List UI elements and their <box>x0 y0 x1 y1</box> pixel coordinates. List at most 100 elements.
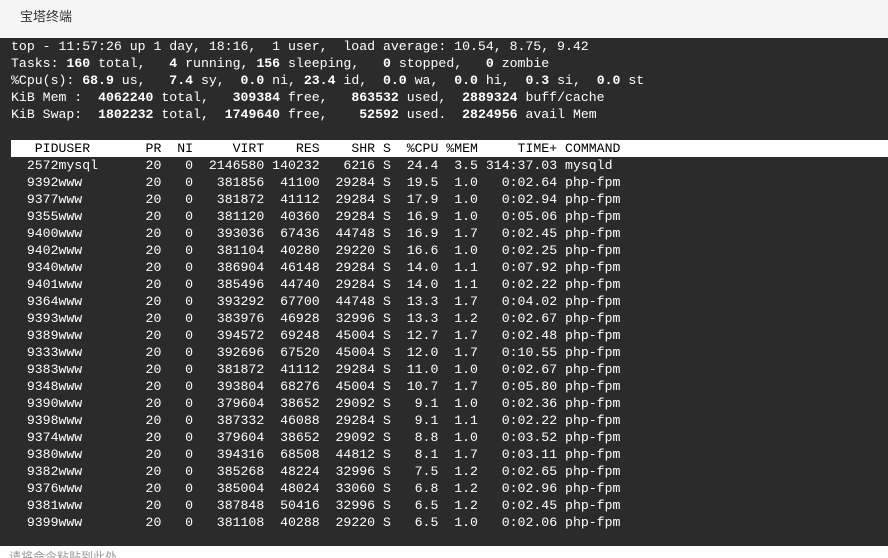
tasks-line: Tasks: 160 total, 4 running, 156 sleepin… <box>11 55 549 72</box>
process-cell-time: 0:02.36 <box>477 396 566 411</box>
process-cell-pr: 20 <box>137 243 162 258</box>
process-cell-cpu: 12.0 <box>390 345 439 360</box>
process-cell-command: php-fpm <box>565 226 621 241</box>
process-cell-time: 0:02.94 <box>477 192 566 207</box>
process-cell-shr: 29220 <box>319 243 376 258</box>
process-cell-pid: 9333 <box>11 345 59 360</box>
cpu-si-label: si, <box>549 73 597 88</box>
process-cell-time: 0:02.65 <box>477 464 566 479</box>
terminal-screen[interactable]: top - 11:57:26 up 1 day, 18:16, 1 user, … <box>0 38 888 546</box>
command-input-bar[interactable]: 请将命令粘贴到此处 <box>0 546 888 558</box>
cpu-ni-label: ni, <box>264 73 304 88</box>
mem-cache: 2889324 <box>462 90 518 105</box>
swap-avail: 2824956 <box>462 107 518 122</box>
process-cell-res: 69248 <box>264 328 320 343</box>
process-cell-mem: 1.7 <box>438 345 478 360</box>
process-cell-pid: 9364 <box>11 294 59 309</box>
process-cell-mem: 1.2 <box>438 464 478 479</box>
process-cell-res: 68508 <box>264 447 320 462</box>
process-cell-pid: 9399 <box>11 515 59 530</box>
process-cell-pid: 9376 <box>11 481 59 496</box>
process-cell-pid: 9402 <box>11 243 59 258</box>
process-cell-s: S <box>375 277 391 292</box>
process-cell-s: S <box>375 328 391 343</box>
process-cell-cpu: 16.9 <box>390 209 439 224</box>
process-cell-pr: 20 <box>137 447 162 462</box>
process-cell-virt: 387332 <box>200 413 265 428</box>
mem-prefix: KiB Mem : <box>11 90 99 105</box>
process-cell-user: www <box>58 447 138 462</box>
mem-line: KiB Mem : 4062240 total, 309384 free, 86… <box>11 89 605 106</box>
cpu-st: 0.0 <box>596 73 621 88</box>
process-cell-time: 0:02.25 <box>477 243 566 258</box>
cpu-id: 23.4 <box>303 73 336 88</box>
process-cell-s: S <box>375 498 391 513</box>
process-cell-ni: 0 <box>161 498 201 513</box>
process-cell-shr: 29284 <box>319 209 376 224</box>
process-cell-pid: 9381 <box>11 498 59 513</box>
process-cell-pr: 20 <box>137 481 162 496</box>
process-cell-virt: 392696 <box>200 345 265 360</box>
process-cell-mem: 1.0 <box>438 175 478 190</box>
process-cell-res: 41100 <box>264 175 320 190</box>
column-header-cpu: %CPU <box>390 141 439 156</box>
process-cell-command: php-fpm <box>565 362 621 377</box>
process-cell-mem: 1.0 <box>438 362 478 377</box>
process-cell-shr: 29092 <box>319 396 376 411</box>
process-cell-cpu: 16.6 <box>390 243 439 258</box>
process-row: 9374www 20 0 379604 38652 29092 S 8.8 1.… <box>11 429 621 446</box>
cpu-id-label: id, <box>335 73 383 88</box>
process-cell-command: php-fpm <box>565 243 621 258</box>
process-cell-res: 67520 <box>264 345 320 360</box>
process-cell-virt: 394316 <box>200 447 265 462</box>
process-cell-res: 48024 <box>264 481 320 496</box>
process-cell-time: 0:07.92 <box>477 260 566 275</box>
process-cell-ni: 0 <box>161 328 201 343</box>
process-cell-s: S <box>375 158 391 173</box>
process-cell-s: S <box>375 311 391 326</box>
process-cell-time: 0:03.11 <box>477 447 566 462</box>
process-cell-command: php-fpm <box>565 311 621 326</box>
process-cell-s: S <box>375 294 391 309</box>
process-cell-shr: 32996 <box>319 464 376 479</box>
process-cell-user: www <box>58 209 138 224</box>
process-cell-mem: 1.0 <box>438 209 478 224</box>
process-cell-user: www <box>58 430 138 445</box>
column-header-shr: SHR <box>319 141 376 156</box>
process-cell-cpu: 16.9 <box>390 226 439 241</box>
process-cell-s: S <box>375 345 391 360</box>
process-cell-ni: 0 <box>161 260 201 275</box>
process-cell-res: 40280 <box>264 243 320 258</box>
column-header: PIDUSER PR NI VIRT RES SHR S %CPU %MEM T… <box>11 140 621 157</box>
process-cell-virt: 379604 <box>200 396 265 411</box>
process-cell-ni: 0 <box>161 396 201 411</box>
process-row: 2572mysql 20 0 2146580 140232 6216 S 24.… <box>11 157 613 174</box>
process-cell-pid: 9348 <box>11 379 59 394</box>
mem-used-label: used, <box>398 90 463 105</box>
process-cell-res: 50416 <box>264 498 320 513</box>
process-cell-ni: 0 <box>161 379 201 394</box>
process-cell-virt: 381872 <box>200 362 265 377</box>
process-cell-ni: 0 <box>161 345 201 360</box>
process-cell-s: S <box>375 243 391 258</box>
process-row: 9355www 20 0 381120 40360 29284 S 16.9 1… <box>11 208 621 225</box>
process-cell-pr: 20 <box>137 158 162 173</box>
process-cell-ni: 0 <box>161 515 201 530</box>
process-cell-pr: 20 <box>137 294 162 309</box>
cpu-prefix: %Cpu(s): <box>11 73 83 88</box>
process-cell-cpu: 17.9 <box>390 192 439 207</box>
process-cell-user: www <box>58 311 138 326</box>
process-cell-mem: 1.7 <box>438 447 478 462</box>
process-cell-time: 0:05.06 <box>477 209 566 224</box>
process-cell-pid: 9392 <box>11 175 59 190</box>
process-cell-ni: 0 <box>161 464 201 479</box>
process-cell-pr: 20 <box>137 192 162 207</box>
process-cell-s: S <box>375 175 391 190</box>
process-cell-mem: 1.2 <box>438 498 478 513</box>
process-row: 9380www 20 0 394316 68508 44812 S 8.1 1.… <box>11 446 621 463</box>
process-cell-command: php-fpm <box>565 447 621 462</box>
swap-total: 1802232 <box>98 107 154 122</box>
process-cell-time: 0:02.45 <box>477 498 566 513</box>
process-cell-shr: 45004 <box>319 328 376 343</box>
process-cell-shr: 29284 <box>319 175 376 190</box>
